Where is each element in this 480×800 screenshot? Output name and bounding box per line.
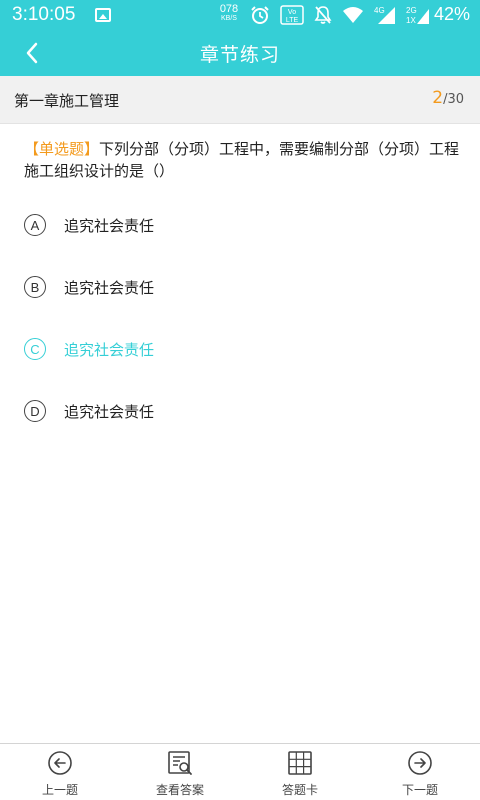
answer-card-label: 答题卡 xyxy=(281,783,318,797)
answer-search-icon xyxy=(168,751,192,775)
network-speed-unit: KB/S xyxy=(221,15,237,22)
volte-icon: Vo LTE xyxy=(280,5,304,25)
view-answer-label: 查看答案 xyxy=(155,783,204,797)
status-time: 3:10:05 xyxy=(12,4,76,25)
option-text: 追究社会责任 xyxy=(64,340,155,359)
next-question-button[interactable]: 下一题 xyxy=(360,744,480,800)
bottom-navigation: 上一题 查看答案 答题卡 下一题 xyxy=(0,743,480,800)
status-icons: Vo LTE 4G 2G 1X xyxy=(250,4,430,26)
previous-question-button[interactable]: 上一题 xyxy=(0,744,120,800)
question-stem: 【单选题】下列分部（分项）工程中，需要编制分部（分项）工程施工组织设计的是（） xyxy=(24,138,464,182)
next-question-label: 下一题 xyxy=(401,783,438,797)
signal-2g-icon: 2G 1X xyxy=(406,6,429,25)
notifications-muted-icon xyxy=(314,6,332,24)
current-question-number: 2 xyxy=(432,88,444,108)
network-speed: 078 KB/S xyxy=(217,4,241,24)
option-letter: C xyxy=(24,338,46,360)
status-bar: 3:10:05 078 KB/S Vo LTE 4G 2G 1X 42% xyxy=(0,0,480,30)
option-letter: A xyxy=(24,214,46,236)
option-d[interactable]: D 追究社会责任 xyxy=(24,396,444,426)
page-title: 章节练习 xyxy=(199,44,280,66)
chapter-title: 第一章施工管理 xyxy=(14,92,120,110)
signal-2g-label: 2G xyxy=(406,6,417,15)
option-text: 追究社会责任 xyxy=(64,278,155,297)
signal-4g-label: 4G xyxy=(374,6,385,15)
answer-card-button[interactable]: 答题卡 xyxy=(240,744,360,800)
chapter-bar: 第一章施工管理 2/30 xyxy=(0,76,480,124)
title-bar: 章节练习 xyxy=(0,30,480,76)
alarm-clock-icon xyxy=(251,6,269,24)
screen: 3:10:05 078 KB/S Vo LTE 4G 2G 1X 42% 章节练… xyxy=(0,0,480,800)
signal-1x-label: 1X xyxy=(406,16,416,25)
grid-card-icon xyxy=(288,751,312,775)
volte-label-bottom: LTE xyxy=(286,17,299,24)
option-letter: B xyxy=(24,276,46,298)
option-a[interactable]: A 追究社会责任 xyxy=(24,210,444,240)
volte-label-top: Vo xyxy=(288,9,296,16)
view-answer-button[interactable]: 查看答案 xyxy=(120,744,240,800)
battery-level: 42% xyxy=(433,4,470,24)
option-b[interactable]: B 追究社会责任 xyxy=(24,272,444,302)
arrow-left-circle-icon xyxy=(48,751,72,775)
option-text: 追究社会责任 xyxy=(64,402,155,421)
total-questions: /30 xyxy=(443,92,464,107)
signal-4g-icon: 4G xyxy=(374,6,395,24)
option-c[interactable]: C 追究社会责任 xyxy=(24,334,444,364)
image-notification-icon xyxy=(95,8,111,22)
previous-question-label: 上一题 xyxy=(41,783,78,797)
question-progress: 2/30 xyxy=(432,88,464,108)
question-type-label: 【单选题】 xyxy=(24,140,100,158)
option-text: 追究社会责任 xyxy=(64,216,155,235)
wifi-icon xyxy=(343,7,363,23)
arrow-right-circle-icon xyxy=(408,751,432,775)
option-letter: D xyxy=(24,400,46,422)
